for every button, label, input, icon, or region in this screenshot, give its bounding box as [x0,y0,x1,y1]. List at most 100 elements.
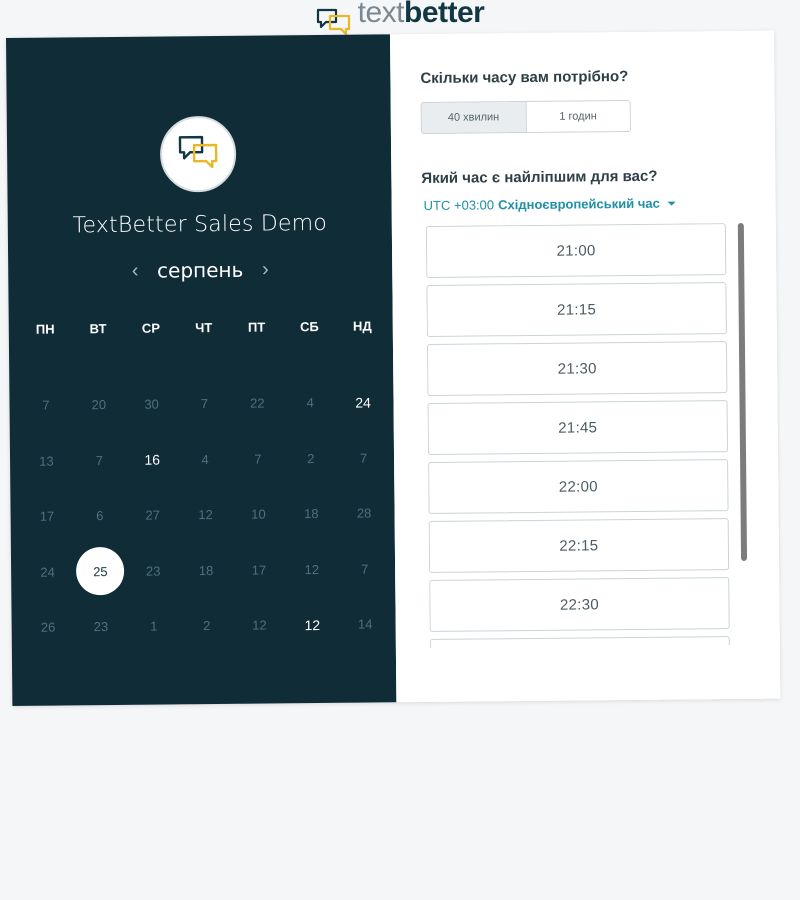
calendar-day: 17 [232,542,285,598]
calendar-day: 1 [127,598,180,654]
calendar-day: 24 [21,544,74,600]
chevron-right-icon[interactable]: › [257,258,273,281]
calendar-day: 12 [233,597,286,653]
time-panel: Скільки часу вам потрібно? 40 хвилин 1 го… [389,30,781,703]
calendar-day-number: 25 [76,547,125,596]
weekday-label: НД [352,318,372,334]
calendar-day-number: 7 [95,452,104,468]
calendar-day-number: 1 [150,618,158,634]
calendar-day-number: 16 [144,451,161,468]
weekday-label: ПН [35,321,55,337]
weekday-label: СР [141,320,161,336]
time-slot-button[interactable]: 21:45 [427,400,729,455]
timezone-dropdown[interactable]: UTC +03:00 Східноєвропейський час [424,196,676,213]
calendar-day-number: 20 [91,397,107,413]
calendar-day-number: 7 [42,397,50,413]
calendar-day: 7 [73,432,126,488]
calendar-day: 4 [178,431,231,487]
calendar-day[interactable]: 12 [286,597,339,653]
calendar-day[interactable]: 24 [336,374,389,430]
calendar-day-number: 13 [39,453,54,469]
caret-down-icon [667,201,676,206]
calendar-day-number: 14 [357,616,373,632]
calendar-day-number: 4 [201,451,209,467]
calendar-day: 20 [72,377,125,433]
month-label: серпень [156,257,244,283]
calendar-day-number: 12 [304,561,320,577]
time-slot-button[interactable] [429,636,731,648]
duration-question: Скільки часу вам потрібно? [420,68,629,88]
calendar-day: 18 [285,486,338,542]
calendar-day-number: 12 [252,617,267,633]
calendar-day: 13 [20,433,73,489]
chevron-left-icon[interactable]: ‹ [127,259,143,282]
calendar-day: 22 [231,375,284,431]
time-slot-button[interactable]: 21:00 [425,223,727,278]
calendar-day-number: 28 [356,505,372,521]
calendar-day: 6 [73,488,126,544]
calendar-day-number: 24 [40,564,55,580]
calendar-day-number: 23 [93,619,109,635]
calendar-day: 7 [178,376,231,432]
calendar-day: 12 [285,541,338,597]
calendar-day-number: 12 [198,507,213,523]
calendar-day: 27 [126,487,179,543]
calendar-day-number: 27 [145,507,161,523]
calendar-day-number: 30 [144,396,159,412]
calendar-day: 7 [19,377,72,433]
calendar-day: 18 [179,542,232,598]
brand-name-light: text [357,0,405,29]
time-slot-button[interactable]: 22:00 [428,459,729,514]
weekday-label: ЧТ [195,320,213,336]
time-slot-button[interactable]: 21:30 [426,341,728,396]
time-slot-button[interactable]: 22:30 [429,577,730,632]
calendar-day-number: 6 [96,508,104,524]
brand-name-bold: better [404,0,485,29]
calendar-day: 30 [125,376,178,432]
calendar-day: 4 [284,375,337,431]
weekday-label: ПТ [247,319,266,335]
calendar-day: 23 [127,543,180,599]
calendar-day-selected[interactable]: 25 [74,543,127,599]
duration-toggle: 40 хвилин 1 годин [420,100,631,135]
time-slot-button[interactable]: 22:15 [428,518,730,573]
calendar-day-number: 7 [200,396,209,412]
calendar-day-number: 7 [254,451,262,467]
month-navigation: ‹ серпень › [8,256,392,284]
weekday-label: СБ [300,319,319,335]
calendar-day: 7 [338,541,391,597]
calendar-grid: 7 20 30 7 22 4 24 13 7 16 4 7 2 7 17 6 27 12 10 18 28 24 25 23 1… [19,374,392,655]
calendar-day-number: 12 [304,616,321,633]
scheduler-card: TextBetter Sales Demo ‹ серпень › ПН ВТ СР… [6,30,781,706]
chat-bubbles-icon [178,134,218,173]
calendar-day-number: 18 [303,506,319,522]
brand-logo[interactable]: textbetter [316,0,485,36]
event-logo [159,115,237,193]
calendar-day-number: 2 [202,618,211,634]
calendar-day-number: 17 [251,562,267,578]
timezone-name: Східноєвропейський час [498,195,660,213]
timezone-offset: UTC +03:00 [423,197,495,213]
calendar-day: 7 [231,431,284,487]
duration-option[interactable]: 1 годин [526,101,630,133]
brand-wordmark: textbetter [358,0,485,28]
calendar-day-number: 26 [40,619,56,635]
duration-option[interactable]: 40 хвилин [421,102,527,134]
weekday-label: ВТ [89,321,107,337]
time-slot-button[interactable]: 21:15 [426,282,727,337]
calendar-day-number: 4 [306,395,314,411]
calendar-day: 10 [232,486,285,542]
calendar-day-number: 24 [355,394,371,411]
calendar-day: 26 [21,599,74,655]
calendar-day-number: 10 [251,506,266,522]
calendar-day: 14 [339,596,392,652]
calendar-day: 7 [337,430,390,486]
time-question: Який час є найліпшим для вас? [421,167,658,188]
calendar-day-number: 7 [359,450,368,466]
calendar-day: 23 [74,599,127,655]
calendar-day-number: 18 [198,562,214,578]
calendar-day-number: 2 [307,450,315,466]
weekday-header: ПН ВТ СР ЧТ ПТ СБ НД [19,318,389,337]
time-slot-list: 21:00 21:15 21:30 21:45 22:00 22:15 22:30 [425,223,752,648]
calendar-day[interactable]: 16 [125,432,178,488]
